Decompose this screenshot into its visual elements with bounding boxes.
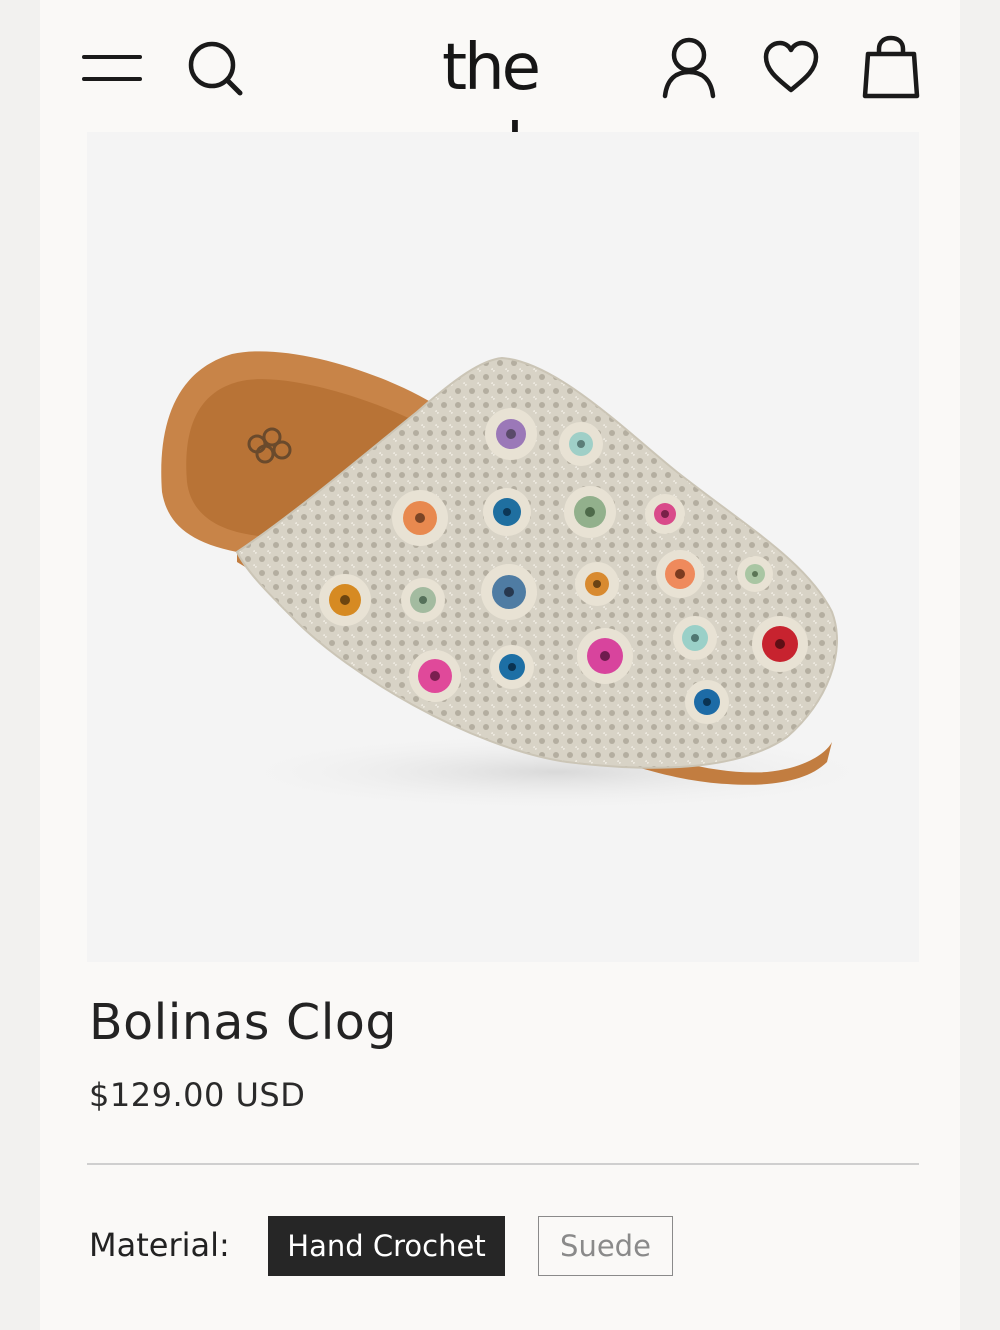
- material-option-suede[interactable]: Suede: [538, 1216, 673, 1276]
- site-header: the sak: [40, 0, 960, 185]
- product-price: $129.00 USD: [89, 1076, 306, 1114]
- search-icon[interactable]: [185, 38, 245, 98]
- product-page: the sak: [40, 0, 960, 1330]
- product-image[interactable]: [87, 132, 919, 962]
- brand-logo[interactable]: the sak: [385, 28, 595, 185]
- shopping-bag-icon[interactable]: [862, 34, 920, 100]
- material-label: Material:: [89, 1226, 230, 1264]
- crochet-clog-illustration: [161, 351, 897, 812]
- wishlist-heart-icon[interactable]: [762, 40, 820, 94]
- account-icon[interactable]: [660, 36, 718, 100]
- product-title: Bolinas Clog: [89, 994, 397, 1051]
- divider: [87, 1163, 919, 1165]
- menu-icon[interactable]: [80, 48, 144, 88]
- material-option-hand-crochet[interactable]: Hand Crochet: [268, 1216, 505, 1276]
